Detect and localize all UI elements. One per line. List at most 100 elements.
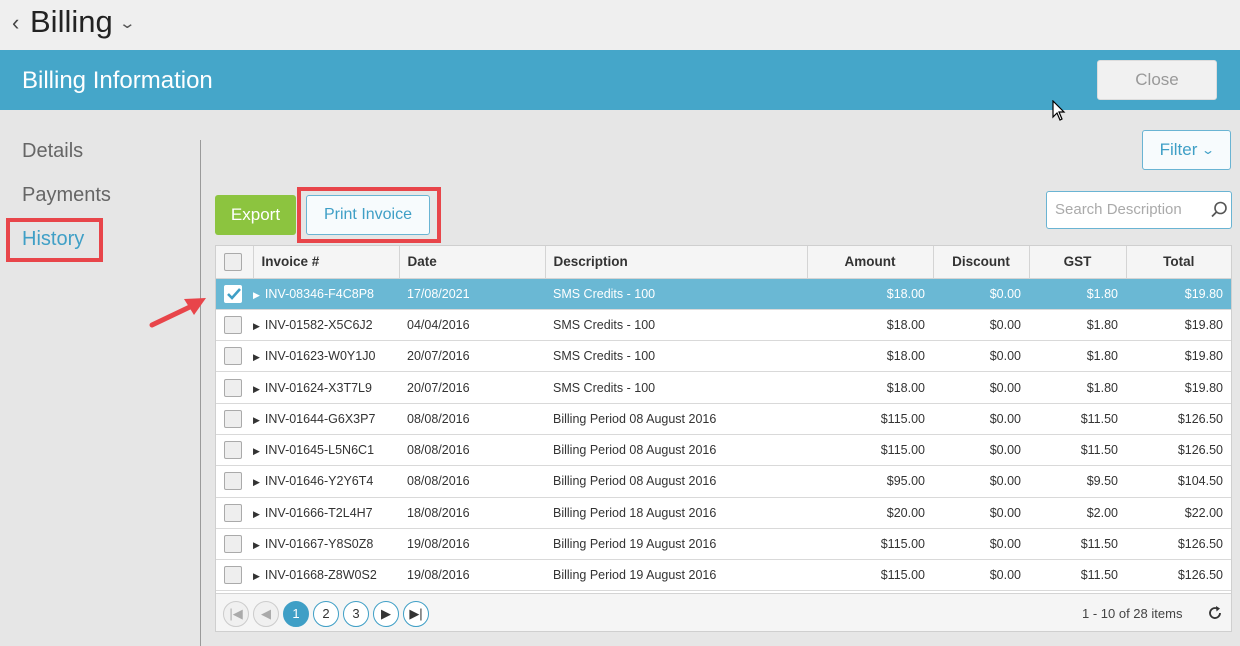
sidebar-divider — [200, 140, 201, 646]
column-header-amount[interactable]: Amount — [807, 246, 934, 279]
cell-total: $19.80 — [1126, 278, 1231, 310]
table-row[interactable]: ▶ INV-01582-X5C6J2 04/04/2016 SMS Credits -… — [216, 309, 1231, 342]
cell-discount: $0.00 — [933, 340, 1029, 373]
search-box — [1046, 191, 1232, 229]
row-checkbox[interactable] — [224, 535, 242, 554]
row-checkbox[interactable] — [224, 409, 242, 428]
column-header-gst[interactable]: GST — [1029, 246, 1127, 279]
cell-total: $19.80 — [1126, 309, 1231, 342]
cell-amount: $115.00 — [807, 528, 933, 561]
table-row[interactable]: ▶ INV-01668-Z8W0S2 19/08/2016 Billing Perio… — [216, 559, 1231, 592]
cell-date: 20/07/2016 — [399, 340, 545, 373]
row-select-cell — [216, 309, 253, 342]
cell-text: $126.50 — [1177, 568, 1223, 583]
cell-amount: $115.00 — [807, 434, 933, 467]
cell-discount: $0.00 — [933, 309, 1029, 342]
expand-row-icon[interactable]: ▶ — [253, 571, 260, 582]
cell-text: Billing Period 19 August 2016 — [553, 568, 717, 583]
column-header-date[interactable]: Date — [399, 246, 546, 279]
cell-text: $19.80 — [1184, 317, 1223, 332]
cell-text: $126.50 — [1177, 537, 1223, 552]
cell-description: SMS Credits - 100 — [545, 371, 807, 404]
row-checkbox[interactable] — [224, 378, 242, 397]
cell-text: $9.50 — [1086, 474, 1118, 489]
cell-text: INV-01624-X3T7L9 — [264, 380, 372, 395]
cell-total: $126.50 — [1126, 559, 1231, 592]
nav-item-payments[interactable]: Payments — [22, 184, 111, 207]
column-header-discount[interactable]: Discount — [933, 246, 1030, 279]
expand-row-icon[interactable]: ▶ — [253, 446, 260, 457]
cell-text: INV-01623-W0Y1J0 — [264, 349, 376, 364]
next-page-icon[interactable]: ▶ — [373, 601, 399, 627]
cell-text: $0.00 — [989, 537, 1021, 552]
row-checkbox[interactable] — [224, 566, 242, 585]
cell-gst: $11.50 — [1029, 403, 1126, 435]
first-page-icon[interactable]: |◀ — [223, 601, 249, 627]
cell-total: $19.80 — [1126, 340, 1231, 373]
close-button[interactable]: Close — [1097, 60, 1217, 100]
table-row[interactable]: ▶ INV-01666-T2L4H7 18/08/2016 Billing Perio… — [216, 497, 1231, 529]
row-checkbox[interactable] — [224, 315, 242, 334]
table-row[interactable]: ▶ INV-01623-W0Y1J0 20/07/2016 SMS Credits -… — [216, 340, 1231, 373]
expand-row-icon[interactable]: ▶ — [253, 415, 260, 426]
expand-row-icon[interactable]: ▶ — [253, 540, 260, 551]
expand-row-icon[interactable]: ▶ — [253, 321, 260, 332]
back-chevron-icon[interactable]: ‹ — [12, 10, 19, 36]
cell-text: $11.50 — [1080, 411, 1118, 426]
chevron-down-icon[interactable]: ⌄ — [118, 14, 136, 32]
column-header-description[interactable]: Description — [545, 246, 808, 279]
cell-text: $0.00 — [989, 505, 1021, 520]
table-row[interactable]: ▶ INV-01645-L5N6C1 08/08/2016 Billing Perio… — [216, 434, 1231, 467]
column-header-total[interactable]: Total — [1126, 246, 1231, 279]
cell-gst: $11.50 — [1029, 559, 1126, 592]
page-title[interactable]: Billing — [30, 4, 113, 40]
cell-text: $1.80 — [1086, 349, 1118, 364]
cell-text: $18.00 — [886, 349, 925, 364]
cell-text: $104.50 — [1177, 474, 1223, 489]
export-button[interactable]: Export — [215, 195, 296, 235]
cell-text: 20/07/2016 — [407, 349, 470, 364]
row-select-cell — [216, 340, 253, 373]
cell-text: $11.50 — [1080, 443, 1118, 458]
cell-description: Billing Period 19 August 2016 — [545, 559, 807, 592]
column-header-invoice[interactable]: Invoice # — [253, 246, 400, 279]
table-row[interactable]: ▶ INV-01646-Y2Y6T4 08/08/2016 Billing Perio… — [216, 465, 1231, 498]
pointer-arrow-icon — [149, 298, 206, 328]
cell-invoice: ▶ INV-01582-X5C6J2 — [253, 309, 399, 342]
cell-text: SMS Credits - 100 — [553, 317, 656, 332]
cell-date: 08/08/2016 — [399, 403, 545, 435]
cell-text: $115.00 — [880, 411, 925, 426]
history-highlight-box — [6, 218, 103, 262]
row-select-cell — [216, 434, 253, 467]
expand-row-icon[interactable]: ▶ — [253, 477, 260, 488]
refresh-icon[interactable] — [1206, 604, 1224, 622]
expand-row-icon[interactable]: ▶ — [253, 509, 260, 520]
cell-text: $115.00 — [880, 568, 925, 583]
page-3-button[interactable]: 3 — [343, 601, 369, 627]
search-input[interactable] — [1055, 201, 1205, 218]
row-checkbox[interactable] — [224, 284, 242, 303]
row-checkbox[interactable] — [224, 347, 242, 366]
last-page-icon[interactable]: ▶| — [403, 601, 429, 627]
prev-page-icon[interactable]: ◀ — [253, 601, 279, 627]
table-row[interactable]: ▶ INV-01667-Y8S0Z8 19/08/2016 Billing Perio… — [216, 528, 1231, 561]
expand-row-icon[interactable]: ▶ — [253, 290, 260, 301]
table-row[interactable]: ▶ INV-01624-X3T7L9 20/07/2016 SMS Credits -… — [216, 371, 1231, 404]
select-all-checkbox[interactable] — [224, 252, 242, 271]
mouse-cursor-icon — [1052, 100, 1066, 121]
cell-gst: $11.50 — [1029, 528, 1126, 561]
expand-row-icon[interactable]: ▶ — [253, 384, 260, 395]
row-checkbox[interactable] — [224, 503, 242, 522]
page-2-button[interactable]: 2 — [313, 601, 339, 627]
row-checkbox[interactable] — [224, 441, 242, 460]
cell-text: SMS Credits - 100 — [553, 286, 656, 301]
table-row[interactable]: ▶ INV-08346-F4C8P8 17/08/2021 SMS Credits -… — [216, 278, 1231, 310]
page-1-button[interactable]: 1 — [283, 601, 309, 627]
table-row[interactable]: ▶ INV-01644-G6X3P7 08/08/2016 Billing Perio… — [216, 403, 1231, 435]
expand-row-icon[interactable]: ▶ — [253, 352, 260, 363]
nav-item-details[interactable]: Details — [22, 140, 83, 163]
search-icon[interactable] — [1210, 201, 1228, 219]
filter-button[interactable]: Filter ⌄ — [1142, 130, 1231, 170]
row-checkbox[interactable] — [224, 472, 242, 491]
cell-text: $0.00 — [989, 380, 1021, 395]
